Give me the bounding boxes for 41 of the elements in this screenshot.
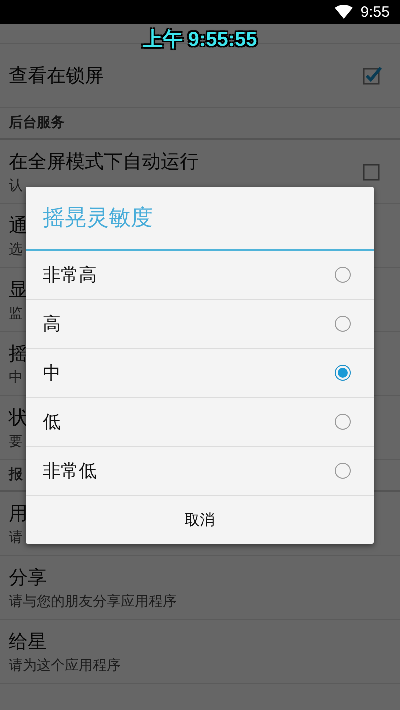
setting-title: 查看在锁屏 [9, 64, 104, 88]
option-row[interactable]: 低 [26, 398, 374, 447]
setting-title: 在全屏模式下自动运行 [9, 150, 199, 174]
option-label: 高 [43, 313, 61, 336]
option-row[interactable]: 高 [26, 300, 374, 349]
wifi-icon [334, 5, 353, 19]
setting-title: 通 [9, 214, 28, 238]
status-time: 9:55 [360, 4, 390, 20]
radio-button[interactable] [335, 365, 351, 381]
clock-overlay: 上午 9:55:55 [142, 28, 258, 53]
setting-summary: 请 [9, 528, 23, 546]
setting-title: 分享 [9, 566, 47, 590]
radio-button[interactable] [335, 267, 351, 283]
radio-button[interactable] [335, 463, 351, 479]
setting-title: 状 [9, 406, 28, 430]
option-label: 非常高 [43, 264, 97, 287]
setting-summary: 请与您的朋友分享应用程序 [9, 592, 177, 610]
setting-summary: 选 [9, 240, 23, 258]
checkbox[interactable] [363, 162, 383, 182]
setting-title: 摇 [9, 342, 28, 366]
section-header: 后台服务 [9, 114, 65, 132]
dialog-title: 摇晃灵敏度 [43, 205, 153, 233]
cancel-button[interactable]: 取消 [26, 496, 374, 544]
setting-title: 显 [9, 278, 28, 302]
option-label: 非常低 [43, 460, 97, 483]
section-header: 报 [9, 466, 23, 484]
setting-summary: 请为这个应用程序 [9, 656, 121, 674]
checkbox[interactable] [363, 66, 383, 86]
option-label: 中 [43, 362, 61, 385]
setting-summary: 中 [9, 368, 23, 386]
radio-button[interactable] [335, 316, 351, 332]
setting-title: 给星 [9, 630, 47, 654]
radio-button[interactable] [335, 414, 351, 430]
option-row[interactable]: 非常高 [26, 251, 374, 300]
setting-title: 用 [9, 502, 28, 526]
option-row[interactable]: 非常低 [26, 447, 374, 496]
setting-summary: 监 [9, 304, 23, 322]
setting-summary: 认 [9, 176, 23, 194]
option-label: 低 [43, 411, 61, 434]
setting-summary: 要 [9, 432, 23, 450]
option-row[interactable]: 中 [26, 349, 374, 398]
